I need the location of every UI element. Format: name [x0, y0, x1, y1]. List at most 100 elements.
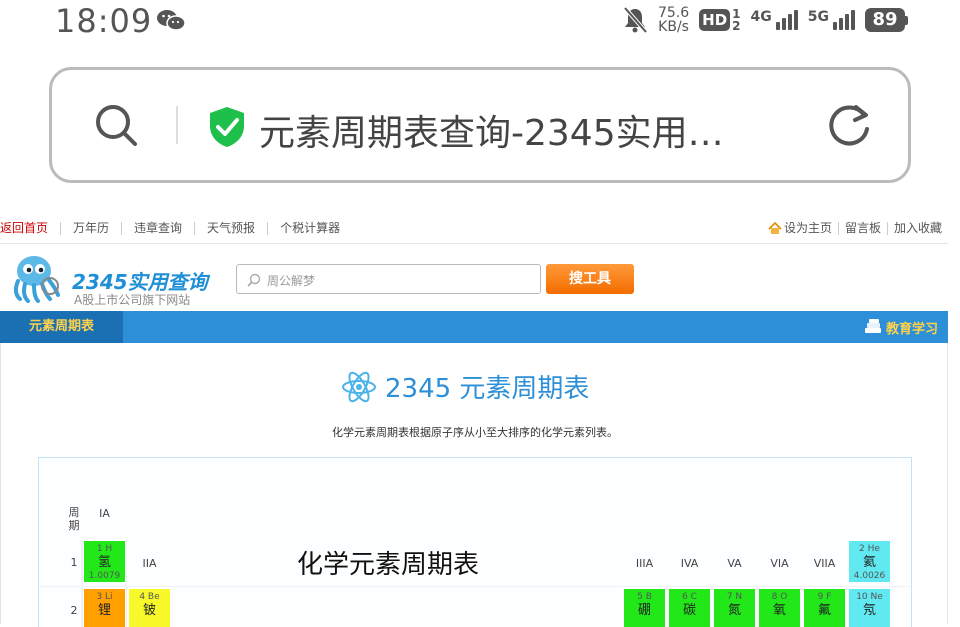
nav-traffic-link[interactable]: 违章查询 — [121, 222, 194, 235]
page-description: 化学元素周期表根据原子序从小至大排序的化学元素列表。 — [332, 426, 618, 439]
element-symbol: 7 N — [726, 592, 743, 602]
secure-shield-icon — [210, 107, 244, 147]
add-favorite-link[interactable]: 加入收藏 — [886, 222, 948, 235]
page-title: 2345 元素周期表 — [385, 374, 590, 404]
site-logo[interactable]: 2345实用查询 A股上市公司旗下网站 — [10, 253, 208, 307]
element-n[interactable]: 7 N 氮 — [713, 588, 756, 627]
divider — [176, 106, 178, 144]
element-h[interactable]: 1 H 氢 1.0079 — [83, 540, 126, 583]
table-caption: 化学元素周期表 — [297, 550, 480, 580]
house-icon — [768, 222, 782, 234]
nav-calendar-link[interactable]: 万年历 — [60, 222, 121, 235]
element-name: 硼 — [637, 603, 651, 618]
element-b[interactable]: 5 B 硼 — [623, 588, 666, 627]
element-name: 氖 — [862, 603, 876, 618]
signal-bar — [781, 18, 786, 30]
group-header-iiia: IIIA — [635, 557, 654, 570]
signal-bar — [833, 22, 837, 30]
periodic-table: 周 期 IA 1 2 1 H 氢 1.0079 IIA 化学元素周期表 IIIA… — [38, 457, 912, 627]
group-header-iva: IVA — [680, 557, 699, 570]
octopus-mascot-icon — [13, 256, 60, 303]
element-li[interactable]: 3 Li 锂 — [83, 588, 126, 627]
education-label: 教育学习 — [885, 321, 938, 337]
sim-slots: 1 2 — [732, 8, 740, 32]
element-symbol: 2 He — [859, 544, 880, 554]
tab-periodic-table[interactable]: 元素周期表 — [0, 311, 123, 343]
signal-bar — [775, 22, 780, 30]
element-c[interactable]: 6 C 碳 — [668, 588, 711, 627]
element-mass: 1.0079 — [88, 571, 121, 581]
group-header-ia: IA — [99, 507, 110, 520]
category-bar: 元素周期表 教育学习 — [0, 311, 948, 343]
element-name: 氟 — [817, 603, 831, 618]
signal-4g: 4G — [751, 10, 798, 30]
guestbook-link[interactable]: 留言板 — [837, 222, 887, 235]
element-name: 氦 — [862, 555, 876, 570]
set-homepage-link[interactable]: 设为主页 — [768, 222, 838, 235]
hd-indicator: HD 1 2 — [699, 8, 741, 32]
signal-bar — [839, 18, 843, 30]
group-header-iia: IIA — [142, 557, 157, 570]
period-label-2: 2 — [70, 604, 78, 617]
net-type-1: 4G — [750, 9, 772, 25]
search-icon[interactable] — [94, 103, 138, 147]
element-ne[interactable]: 10 Ne 氖 — [848, 588, 891, 627]
battery-level: 89 — [865, 8, 905, 32]
mute-bell-icon — [623, 6, 648, 34]
nav-tax-link[interactable]: 个税计算器 — [267, 222, 352, 235]
page-title-url[interactable]: 元素周期表查询-2345实用… — [259, 104, 724, 156]
nav-home-link[interactable]: 返回首页 — [0, 222, 60, 235]
element-symbol: 9 F — [817, 592, 832, 602]
element-name: 碳 — [682, 603, 696, 618]
search-tools-button[interactable]: 搜工具 — [546, 264, 634, 294]
element-name: 氧 — [772, 603, 786, 618]
books-icon — [864, 319, 881, 333]
element-f[interactable]: 9 F 氟 — [803, 588, 846, 627]
net-speed-unit: KB/s — [658, 19, 689, 35]
net-speed: 75.6 KB/s — [658, 6, 689, 34]
search-icon — [247, 273, 261, 287]
element-symbol: 1 H — [96, 544, 113, 554]
signal-bar — [793, 10, 798, 30]
hd-badge: HD — [699, 9, 731, 31]
page-heading: 2345 元素周期表 — [341, 368, 589, 405]
element-mass: 4.0026 — [853, 571, 886, 581]
period-label-1: 1 — [70, 556, 78, 569]
grid-line — [39, 586, 911, 587]
signal-bar — [851, 10, 855, 30]
element-symbol: 5 B — [637, 592, 652, 602]
battery-tip — [905, 15, 908, 25]
element-be[interactable]: 4 Be 铍 — [128, 588, 171, 627]
period-header: 周 期 — [68, 506, 80, 532]
sim-2: 2 — [732, 19, 741, 33]
net-speed-value: 75.6 — [657, 5, 690, 21]
signal-bar — [787, 14, 792, 30]
clock: 18:09 — [55, 2, 153, 40]
signal-5g: 5G — [808, 10, 855, 30]
reload-icon[interactable] — [826, 103, 872, 149]
element-symbol: 4 Be — [139, 592, 160, 602]
element-symbol: 10 Ne — [856, 592, 883, 602]
element-symbol: 3 Li — [96, 592, 113, 602]
element-name: 氢 — [97, 555, 111, 570]
element-symbol: 6 C — [682, 592, 697, 602]
wechat-icon — [157, 10, 186, 31]
site-header: 2345实用查询 A股上市公司旗下网站 周公解梦 搜工具 — [0, 245, 948, 309]
status-bar: 18:09 75.6 KB/s HD 1 2 4G 5G 89 — [0, 0, 960, 40]
education-link[interactable]: 教育学习 — [864, 311, 938, 343]
net-type-2: 5G — [807, 9, 829, 25]
group-header-viia: VIIA — [813, 557, 836, 570]
set-homepage-label: 设为主页 — [783, 221, 832, 235]
address-bar[interactable]: 元素周期表查询-2345实用… — [49, 67, 911, 183]
search-input[interactable]: 周公解梦 — [236, 264, 541, 294]
element-name: 氮 — [727, 603, 741, 618]
atom-icon — [342, 371, 376, 402]
group-header-va: VA — [727, 557, 742, 570]
element-name: 铍 — [142, 603, 156, 618]
element-o[interactable]: 8 O 氧 — [758, 588, 801, 627]
element-he[interactable]: 2 He 氦 4.0026 — [848, 540, 891, 583]
element-symbol: 8 O — [771, 592, 788, 602]
search-placeholder: 周公解梦 — [267, 274, 316, 288]
nav-weather-link[interactable]: 天气预报 — [194, 222, 267, 235]
group-header-via: VIA — [770, 557, 789, 570]
